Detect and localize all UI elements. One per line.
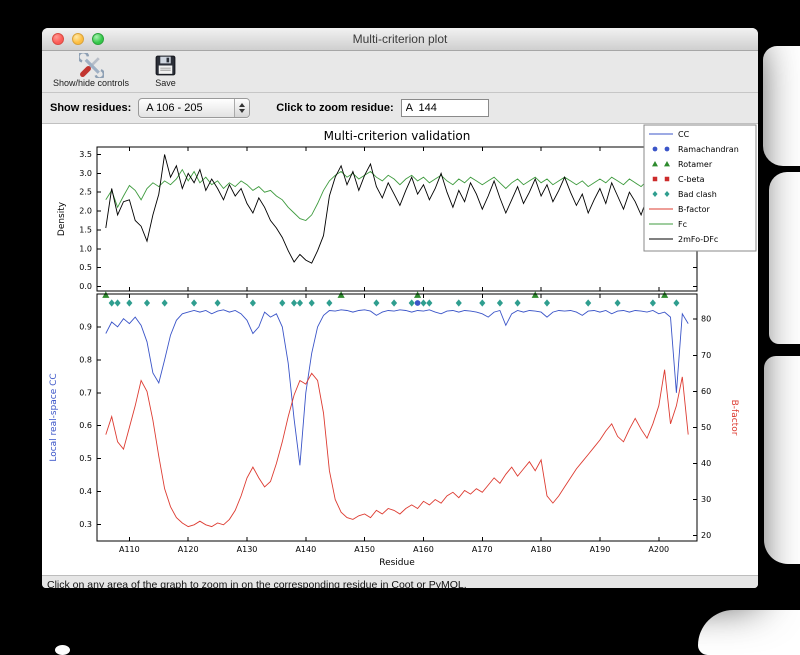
svg-text:40: 40 — [701, 459, 711, 468]
show-hide-controls-button[interactable]: Show/hide controls — [50, 52, 132, 89]
show-residues-label: Show residues: — [50, 102, 132, 114]
svg-text:0.9: 0.9 — [79, 322, 92, 331]
svg-text:Local real-space CC: Local real-space CC — [49, 373, 59, 461]
toolbar: Show/hide controls Save — [42, 51, 758, 93]
svg-text:A150: A150 — [354, 545, 375, 554]
svg-text:0.7: 0.7 — [79, 388, 92, 397]
svg-text:1.0: 1.0 — [79, 244, 92, 253]
plot-area[interactable]: Multi-criterion validation 0.0 0.5 1.0 1.5 2.… — [42, 124, 758, 575]
residue-range-select[interactable]: A 106 - 205 — [138, 98, 251, 118]
status-text: Click on any area of the graph to zoom i… — [47, 578, 467, 589]
desktop-artifact — [763, 46, 800, 166]
titlebar[interactable]: Multi-criterion plot — [42, 28, 758, 51]
desktop-artifact — [769, 172, 800, 344]
svg-text:2.0: 2.0 — [79, 207, 92, 216]
svg-text:A140: A140 — [295, 545, 316, 554]
floppy-disk-icon — [153, 53, 178, 78]
svg-text:B-factor: B-factor — [678, 205, 711, 214]
svg-text:A200: A200 — [648, 545, 669, 554]
desktop-artifact — [733, 636, 775, 655]
svg-text:Ramachandran: Ramachandran — [678, 145, 739, 154]
zoom-button[interactable] — [92, 33, 104, 45]
svg-text:3.0: 3.0 — [79, 169, 92, 178]
svg-text:Residue: Residue — [379, 558, 415, 568]
show-hide-controls-label: Show/hide controls — [53, 78, 130, 88]
multi-criterion-plot-window: Multi-criterion plot Show/hide controls — [42, 28, 758, 588]
svg-text:A120: A120 — [178, 545, 199, 554]
svg-text:0.0: 0.0 — [79, 282, 92, 291]
svg-text:0.4: 0.4 — [79, 487, 92, 496]
svg-text:70: 70 — [701, 351, 711, 360]
svg-text:50: 50 — [701, 423, 711, 432]
svg-text:Fc: Fc — [678, 220, 687, 229]
minimize-button[interactable] — [72, 33, 84, 45]
svg-text:3.5: 3.5 — [79, 150, 92, 159]
save-label: Save — [155, 78, 176, 88]
svg-text:A160: A160 — [413, 545, 434, 554]
svg-text:20: 20 — [701, 531, 711, 540]
desktop-artifact — [55, 645, 70, 655]
svg-text:0.3: 0.3 — [79, 520, 92, 529]
svg-text:1.5: 1.5 — [79, 225, 92, 234]
svg-text:2mFo-DFc: 2mFo-DFc — [678, 235, 718, 244]
svg-text:0.5: 0.5 — [79, 454, 92, 463]
svg-text:2.5: 2.5 — [79, 188, 92, 197]
desktop-artifact — [764, 356, 800, 564]
tools-icon — [78, 53, 104, 78]
multi-criterion-chart[interactable]: Multi-criterion validation 0.0 0.5 1.0 1.5 2.… — [42, 124, 758, 575]
svg-text:C-beta: C-beta — [678, 175, 705, 184]
save-button[interactable]: Save — [150, 52, 181, 89]
stepper-arrows-icon — [234, 99, 250, 117]
svg-text:Bad clash: Bad clash — [678, 190, 717, 199]
svg-text:60: 60 — [701, 387, 711, 396]
svg-text:0.6: 0.6 — [79, 421, 92, 430]
svg-text:A170: A170 — [472, 545, 493, 554]
svg-text:30: 30 — [701, 495, 711, 504]
status-bar: Click on any area of the graph to zoom i… — [42, 575, 758, 588]
svg-text:Rotamer: Rotamer — [678, 160, 713, 169]
zoom-residue-label: Click to zoom residue: — [276, 102, 394, 114]
traffic-lights — [52, 33, 104, 45]
zoom-residue-input[interactable] — [400, 99, 489, 117]
svg-text:A190: A190 — [590, 545, 611, 554]
svg-text:A110: A110 — [119, 545, 140, 554]
svg-text:Density: Density — [57, 201, 67, 236]
svg-text:0.8: 0.8 — [79, 355, 92, 364]
svg-text:A180: A180 — [531, 545, 552, 554]
svg-text:A130: A130 — [237, 545, 258, 554]
svg-text:80: 80 — [701, 315, 711, 324]
window-title: Multi-criterion plot — [352, 32, 448, 46]
residue-range-value: A 106 - 205 — [146, 102, 203, 114]
svg-text:CC: CC — [678, 130, 690, 139]
close-button[interactable] — [52, 33, 64, 45]
svg-text:Multi-criterion validation: Multi-criterion validation — [324, 129, 471, 143]
svg-text:B-factor: B-factor — [729, 400, 739, 436]
controls-row: Show residues: A 106 - 205 Click to zoom… — [42, 93, 758, 124]
svg-text:0.5: 0.5 — [79, 263, 92, 272]
